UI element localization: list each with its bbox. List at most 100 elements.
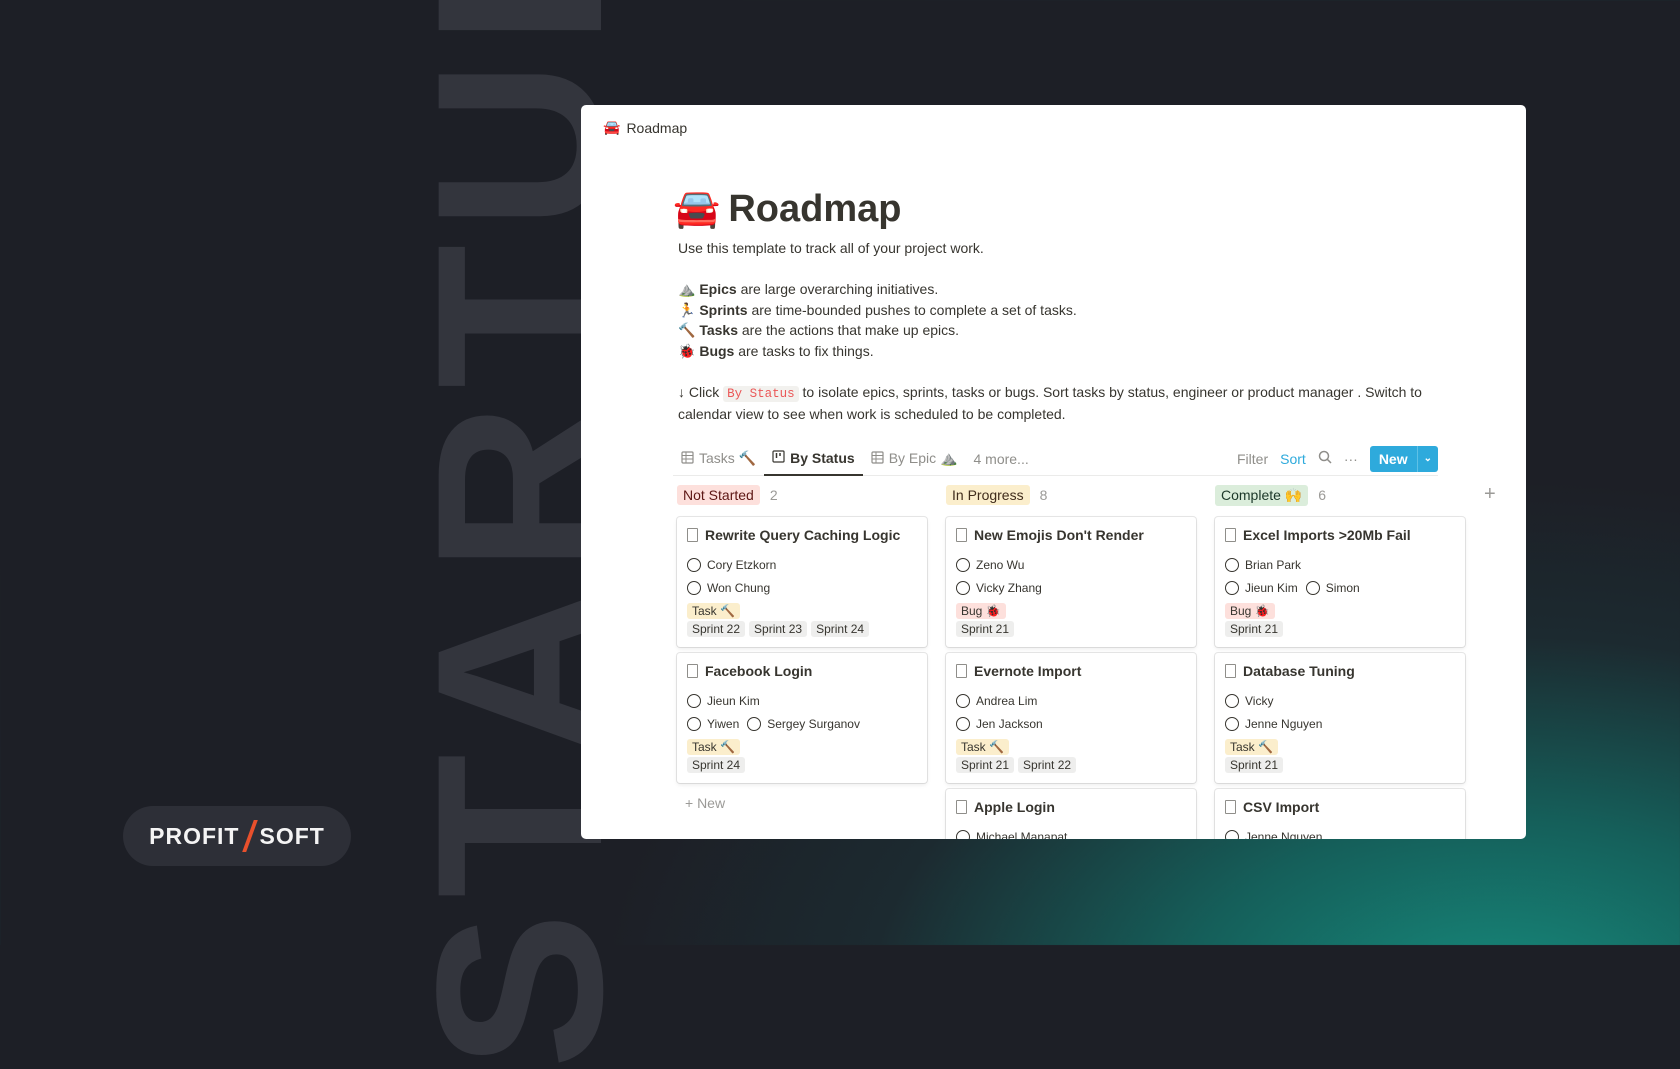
board-card[interactable]: New Emojis Don't Render Zeno Wu Vicky Zhan… (946, 517, 1196, 647)
by-status-code: By Status (723, 385, 799, 402)
bullet-item: 🏃 Sprints are time-bounded pushes to com… (678, 300, 1438, 321)
tab-4-more[interactable]: 4 more... (965, 442, 1036, 476)
tag-row: Task 🔨 (1225, 737, 1455, 755)
new-button-group: New ⌄ (1369, 445, 1438, 472)
type-tag: Bug 🐞 (1225, 603, 1275, 619)
add-group-button[interactable]: + (1484, 483, 1496, 506)
avatar (956, 693, 970, 708)
new-button[interactable]: New (1370, 446, 1417, 472)
person: Andrea Lim (956, 693, 1038, 708)
avatar (1305, 580, 1320, 595)
type-tag: Bug 🐞 (956, 603, 1006, 619)
bullet-item: ⛰️ Epics are large overarching initiativ… (678, 279, 1438, 300)
people-row: Zeno Wu (956, 553, 1186, 576)
sort-button[interactable]: Sort (1280, 451, 1306, 467)
person-name: Jen Jackson (976, 716, 1043, 731)
people-row: Jieun Kim Simon (1225, 576, 1455, 599)
bullet-text: are time-bounded pushes to complete a se… (747, 301, 1077, 318)
board-card[interactable]: CSV Import Jenne Nguyen (1215, 789, 1465, 839)
person: Sergey Surganov (747, 716, 860, 731)
card-title: New Emojis Don't Render (956, 527, 1186, 543)
card-title-text: Database Tuning (1243, 663, 1355, 679)
add-card-button[interactable]: + New (677, 789, 927, 817)
person-name: Simon (1325, 580, 1360, 595)
card-title: Apple Login (956, 799, 1186, 815)
more-options-button[interactable]: ··· (1344, 451, 1358, 467)
person: Michael Manapat (956, 829, 1067, 839)
person-name: Jenne Nguyen (1245, 829, 1323, 840)
tab-by-epic[interactable]: By Epic ⛰️ (863, 442, 966, 476)
avatar (747, 716, 762, 731)
card-title-text: CSV Import (1243, 799, 1320, 815)
board-card[interactable]: Database Tuning Vicky Jenne Nguyen Task 🔨 Sp… (1215, 653, 1465, 783)
bullet-text: are large overarching initiatives. (736, 281, 939, 297)
people-row: Brian Park (1225, 553, 1455, 576)
avatar (1225, 557, 1239, 572)
person: Simon (1305, 580, 1360, 595)
group-count: 8 (1039, 487, 1048, 503)
bullet-item: 🐞 Bugs are tasks to fix things. (678, 341, 1438, 362)
filter-button[interactable]: Filter (1237, 451, 1268, 467)
status-badge: Complete 🙌 (1215, 484, 1309, 506)
tab-tasks-[interactable]: Tasks 🔨 (673, 442, 764, 476)
epics-icon: ⛰️ (678, 281, 696, 297)
person-name: Sergey Surganov (767, 716, 860, 731)
tab-by-status[interactable]: By Status (764, 442, 863, 476)
person-name: Jenne Nguyen (1245, 716, 1323, 731)
people-row: Vicky (1225, 689, 1455, 712)
person: Jenne Nguyen (1225, 829, 1323, 840)
board-card[interactable]: Facebook Login Jieun Kim Yiwen Sergey Surga… (677, 653, 927, 783)
person-name: Brian Park (1245, 557, 1302, 572)
people-row: Yiwen Sergey Surganov (687, 712, 917, 735)
sprint-tag: Sprint 21 (956, 621, 1015, 637)
group-count: 2 (769, 487, 778, 503)
card-title: Facebook Login (687, 663, 917, 679)
person-name: Vicky (1245, 693, 1274, 708)
board-card[interactable]: Apple Login Michael Manapat (946, 789, 1196, 839)
profitsoft-logo: PROFIT SOFT (123, 806, 351, 866)
sprints-icon: 🏃 (678, 301, 696, 318)
card-title-text: Excel Imports >20Mb Fail (1243, 527, 1411, 543)
sprint-tag: Sprint 21 (956, 757, 1015, 773)
person: Cory Etzkorn (687, 557, 776, 572)
avatar (1225, 829, 1239, 839)
group-header: In Progress 8 (946, 485, 1196, 505)
people-row: Cory Etzkorn (687, 553, 917, 576)
table-icon (681, 450, 694, 467)
car-icon: 🚘 (673, 188, 721, 230)
avatar (956, 829, 970, 839)
people-row: Won Chung (687, 576, 917, 599)
intro-text: Use this template to track all of your p… (678, 240, 984, 256)
page-icon (956, 800, 967, 814)
person: Vicky Zhang (956, 580, 1042, 595)
sprint-row: Sprint 22 Sprint 23 Sprint 24 (687, 619, 917, 637)
page-icon (1225, 664, 1236, 678)
board-card[interactable]: Rewrite Query Caching Logic Cory Etzkorn W… (677, 517, 927, 647)
page-title: 🚘 Roadmap (673, 187, 901, 231)
sprint-tag: Sprint 21 (1225, 621, 1284, 637)
people-row: Jenne Nguyen (1225, 825, 1455, 839)
page-description: Use this template to track all of your p… (678, 238, 1438, 425)
avatar (687, 693, 701, 708)
avatar (956, 557, 970, 572)
chevron-down-icon[interactable]: ⌄ (1416, 445, 1438, 472)
person-name: Andrea Lim (976, 693, 1038, 708)
board-card[interactable]: Excel Imports >20Mb Fail Brian Park Jieun … (1215, 517, 1465, 647)
tab-label: By Status (790, 449, 855, 466)
board-card[interactable]: Evernote Import Andrea Lim Jen Jackson Task… (946, 653, 1196, 783)
breadcrumb[interactable]: 🚘 Roadmap (603, 119, 687, 136)
sprint-tag: Sprint 21 (1225, 757, 1284, 773)
bullet-term: Tasks (699, 322, 738, 338)
bullet-text: are tasks to fix things. (734, 342, 874, 359)
person: Won Chung (687, 580, 771, 595)
person-name: Won Chung (707, 580, 771, 595)
sprint-row: Sprint 21 (1225, 619, 1455, 637)
people-row: Michael Manapat (956, 825, 1186, 839)
bugs-icon: 🐞 (678, 342, 696, 359)
search-icon[interactable] (1318, 450, 1332, 467)
page-icon (687, 528, 698, 542)
avatar (1225, 716, 1239, 731)
person-name: Vicky Zhang (976, 580, 1042, 595)
type-tag: Task 🔨 (1225, 739, 1278, 755)
car-icon: 🚘 (603, 119, 621, 135)
